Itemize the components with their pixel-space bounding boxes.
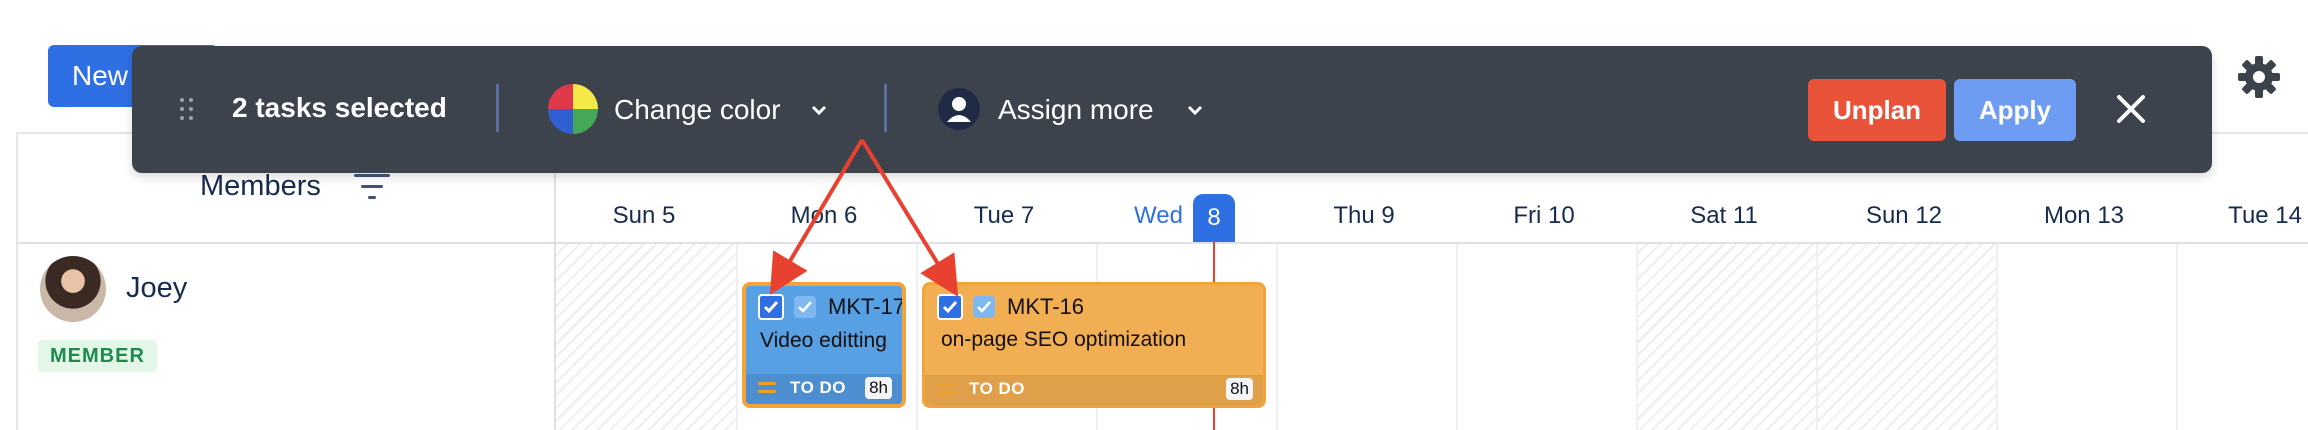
- task-select-checkbox[interactable]: [758, 294, 784, 320]
- grid-line: [736, 244, 738, 430]
- chevron-down-icon[interactable]: [1186, 104, 1204, 116]
- toolbar-divider: [884, 84, 887, 132]
- chevron-down-icon[interactable]: [810, 104, 828, 116]
- task-status: TO DO: [969, 379, 1026, 398]
- priority-medium-icon: [758, 382, 776, 396]
- task-key: MKT-17: [828, 294, 902, 319]
- task-title: on-page SEO optimization: [941, 329, 1187, 351]
- close-icon[interactable]: [2114, 92, 2148, 126]
- assign-more-button[interactable]: Assign more: [998, 94, 1154, 126]
- grid-line: [1636, 244, 1638, 430]
- weekend-shade-sun-12: [1818, 244, 1996, 430]
- unplan-button[interactable]: Unplan: [1808, 79, 1946, 141]
- grid-line: [1816, 244, 1818, 430]
- task-card-mkt-17[interactable]: MKT-17 Video editting TO DO 8h: [742, 282, 906, 408]
- day-header-fri-10: Fri 10: [1513, 202, 1575, 229]
- calendar-left-border: [16, 132, 18, 430]
- weekend-shade-sat-11: [1636, 244, 1816, 430]
- filter-icon[interactable]: [352, 170, 392, 204]
- day-header-tue-14: Tue 14: [2228, 202, 2302, 229]
- grid-line: [1456, 244, 1458, 430]
- bulk-selection-toolbar: 2 tasks selected Change color Assign mor…: [132, 46, 2212, 173]
- today-badge: 8: [1193, 194, 1235, 242]
- avatar[interactable]: [40, 256, 106, 322]
- priority-medium-icon: [937, 383, 955, 397]
- day-header-tue-7: Tue 7: [973, 202, 1035, 229]
- weekend-shade-sun-5: [556, 244, 736, 430]
- grid-line: [916, 244, 918, 430]
- members-column-divider: [554, 134, 556, 430]
- member-name: Joey: [126, 272, 188, 304]
- members-header: Members: [200, 170, 321, 202]
- grid-line: [1996, 244, 1998, 430]
- task-title: Video editting: [760, 329, 887, 352]
- task-key: MKT-16: [1007, 294, 1085, 319]
- task-type-icon: [794, 296, 816, 318]
- day-header-sun-5: Sun 5: [612, 202, 676, 229]
- day-header-mon-6: Mon 6: [790, 202, 858, 229]
- day-header-thu-9: Thu 9: [1333, 202, 1395, 229]
- color-palette-icon[interactable]: [548, 84, 598, 134]
- day-header-mon-13: Mon 13: [2043, 202, 2125, 229]
- task-card-mkt-16[interactable]: MKT-16 on-page SEO optimization TO DO 8h: [922, 282, 1266, 408]
- task-select-checkbox[interactable]: [937, 294, 963, 320]
- gear-icon[interactable]: [2236, 54, 2282, 100]
- task-type-icon: [973, 296, 995, 318]
- header-divider: [16, 242, 2308, 244]
- apply-button[interactable]: Apply: [1954, 79, 2076, 141]
- change-color-button[interactable]: Change color: [614, 94, 781, 126]
- member-role-badge: MEMBER: [38, 340, 157, 372]
- task-hours: 8h: [865, 377, 892, 399]
- grid-line: [2176, 244, 2178, 430]
- task-hours: 8h: [1226, 378, 1253, 400]
- day-header-sun-12: Sun 12: [1865, 202, 1943, 229]
- task-footer: TO DO 8h: [925, 375, 1263, 405]
- task-footer: TO DO 8h: [746, 374, 902, 404]
- user-icon[interactable]: [938, 88, 980, 130]
- task-status: TO DO: [790, 378, 847, 397]
- drag-handle-icon[interactable]: [180, 98, 194, 120]
- day-header-sat-11: Sat 11: [1690, 202, 1758, 229]
- toolbar-divider: [496, 84, 499, 132]
- selected-count: 2 tasks selected: [232, 92, 447, 123]
- grid-line: [1276, 244, 1278, 430]
